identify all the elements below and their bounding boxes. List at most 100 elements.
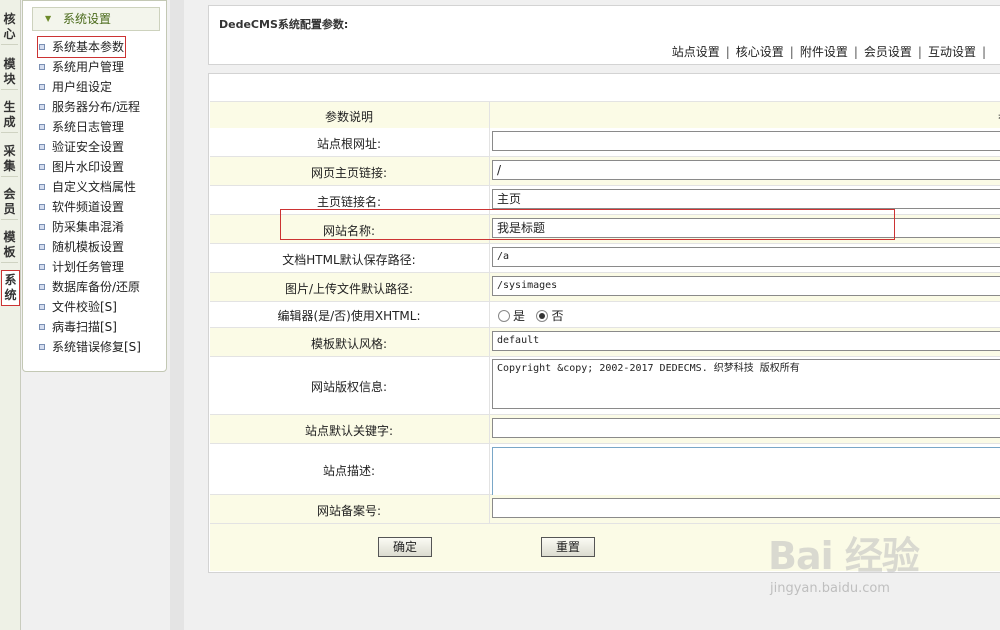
editor-xhtml-radios: 是 否	[498, 307, 563, 324]
site-root-label: 站点根网址:	[316, 137, 382, 151]
xhtml-yes-radio[interactable]	[498, 309, 510, 322]
menu-item-security[interactable]: 验证安全设置	[39, 138, 124, 156]
bullet-icon	[39, 143, 45, 150]
config-form: 参数说明 参 站点根网址: 网页主页链接: / 主页链接名: 主页 网站名称: …	[208, 73, 1000, 573]
highlight-box	[280, 209, 895, 240]
xhtml-yes-label: 是	[513, 309, 526, 323]
menu-item-label: 验证安全设置	[52, 140, 125, 154]
menu-item-servers[interactable]: 服务器分布/远程	[39, 98, 140, 116]
copyright-label: 网站版权信息:	[310, 380, 388, 394]
template-style-input[interactable]: default	[492, 331, 1000, 351]
keywords-label: 站点默认关键字:	[304, 424, 394, 438]
bullet-icon	[39, 243, 45, 250]
menu-item-label: 用户组设定	[52, 80, 113, 94]
table-row: 站点默认关键字:	[210, 415, 1000, 444]
upload-path-label: 图片/上传文件默认路径:	[284, 282, 414, 296]
menu-item-users[interactable]: 系统用户管理	[39, 58, 124, 76]
bullet-icon	[39, 303, 45, 310]
menu-item-label: 病毒扫描[S]	[52, 320, 117, 334]
html-path-input[interactable]: /a	[492, 247, 1000, 267]
tab-collect[interactable]: 采集	[1, 142, 18, 177]
reset-button[interactable]: 重置	[541, 537, 595, 557]
menu-item-label: 自定义文档属性	[52, 180, 137, 194]
menu-item-db-backup[interactable]: 数据库备份/还原	[39, 278, 140, 296]
frame-divider	[170, 0, 184, 630]
table-row: 图片/上传文件默认路径: /sysimages	[210, 273, 1000, 302]
menu-item-label: 防采集串混淆	[52, 220, 125, 234]
confirm-button[interactable]: 确定	[378, 537, 432, 557]
menu-item-label: 服务器分布/远程	[52, 100, 141, 114]
column-header-value-cell: 参	[489, 102, 1000, 128]
menu-item-label: 随机模板设置	[52, 240, 125, 254]
tab-member[interactable]: 会员	[1, 185, 18, 220]
bullet-icon	[39, 203, 45, 210]
menu-item-label: 数据库备份/还原	[52, 280, 141, 294]
menu-item-label: 系统基本参数	[52, 40, 125, 54]
menu-item-scheduled-tasks[interactable]: 计划任务管理	[39, 258, 124, 276]
bullet-icon	[39, 63, 45, 70]
description-textarea[interactable]	[492, 447, 1000, 497]
menu-item-logs[interactable]: 系统日志管理	[39, 118, 124, 136]
menu-item-software-channel[interactable]: 软件频道设置	[39, 198, 124, 216]
tab-core[interactable]: 核心	[1, 10, 18, 45]
copyright-textarea[interactable]: Copyright &copy; 2002-2017 DEDECMS. 织梦科技…	[492, 359, 1000, 409]
column-header-label: 参数说明	[324, 110, 373, 124]
menu-item-label: 图片水印设置	[52, 160, 125, 174]
template-style-label: 模板默认风格:	[310, 337, 388, 351]
menu-item-anti-collect[interactable]: 防采集串混淆	[39, 218, 124, 236]
tab-template[interactable]: 模板	[1, 228, 18, 263]
home-link-input[interactable]: /	[492, 160, 1000, 180]
table-row: 站点根网址:	[210, 128, 1000, 157]
menu-item-error-repair[interactable]: 系统错误修复[S]	[39, 338, 141, 356]
nav-site-settings[interactable]: 站点设置	[672, 45, 720, 59]
table-row: 站点描述:	[210, 444, 1000, 497]
bullet-icon	[39, 103, 45, 110]
tab-system[interactable]: 系统	[1, 270, 20, 306]
menu-item-doc-attrs[interactable]: 自定义文档属性	[39, 178, 136, 196]
upload-path-input[interactable]: /sysimages	[492, 276, 1000, 296]
menu-item-label: 系统错误修复[S]	[52, 340, 141, 354]
editor-xhtml-label: 编辑器(是/否)使用XHTML:	[277, 309, 421, 323]
menu-item-label: 系统日志管理	[52, 120, 125, 134]
home-link-label: 网页主页链接:	[310, 166, 388, 180]
html-path-label: 文档HTML默认保存路径:	[282, 253, 416, 267]
bullet-icon	[39, 283, 45, 290]
site-root-input[interactable]	[492, 131, 1000, 151]
table-row: 网站版权信息: Copyright &copy; 2002-2017 DEDEC…	[210, 357, 1000, 415]
baidu-watermark: Bai 经验 jingyan.baidu.com	[768, 515, 998, 615]
tab-generate[interactable]: 生成	[1, 98, 18, 133]
nav-core-settings[interactable]: 核心设置	[736, 45, 784, 59]
vertical-tab-bar: 核心 模块 生成 采集 会员 模板 系统	[0, 0, 21, 630]
bullet-icon	[39, 83, 45, 90]
menu-item-watermark[interactable]: 图片水印设置	[39, 158, 124, 176]
menu-item-file-check[interactable]: 文件校验[S]	[39, 298, 117, 316]
bullet-icon	[39, 223, 45, 230]
menu-item-label: 文件校验[S]	[52, 300, 117, 314]
keywords-input[interactable]	[492, 418, 1000, 438]
menu-item-basic-params[interactable]: 系统基本参数	[36, 36, 127, 58]
home-name-input[interactable]: 主页	[492, 189, 1000, 209]
bullet-icon	[39, 43, 45, 50]
nav-interaction-settings[interactable]: 互动设置	[928, 45, 976, 59]
menu-item-random-template[interactable]: 随机模板设置	[39, 238, 124, 256]
icp-label: 网站备案号:	[316, 504, 382, 518]
nav-member-settings[interactable]: 会员设置	[864, 45, 912, 59]
menu-item-label: 软件频道设置	[52, 200, 125, 214]
bullet-icon	[39, 123, 45, 130]
menu-heading[interactable]: ▼ 系统设置	[32, 7, 160, 31]
tab-module[interactable]: 模块	[1, 55, 18, 90]
description-label: 站点描述:	[322, 464, 376, 478]
bullet-icon	[39, 263, 45, 270]
menu-item-label: 系统用户管理	[52, 60, 125, 74]
settings-nav: 站点设置 | 核心设置 | 附件设置 | 会员设置 | 互动设置 |	[208, 38, 1000, 65]
home-name-label: 主页链接名:	[316, 195, 382, 209]
xhtml-no-radio[interactable]	[536, 309, 549, 322]
menu-item-user-groups[interactable]: 用户组设定	[39, 78, 112, 96]
table-header: 参数说明 参	[210, 101, 1000, 129]
xhtml-no-label: 否	[551, 309, 564, 323]
nav-attachment-settings[interactable]: 附件设置	[800, 45, 848, 59]
menu-item-virus-scan[interactable]: 病毒扫描[S]	[39, 318, 117, 336]
bullet-icon	[39, 323, 45, 330]
collapse-arrow-icon: ▼	[45, 14, 52, 23]
page-title: DedeCMS系统配置参数:	[219, 18, 349, 31]
